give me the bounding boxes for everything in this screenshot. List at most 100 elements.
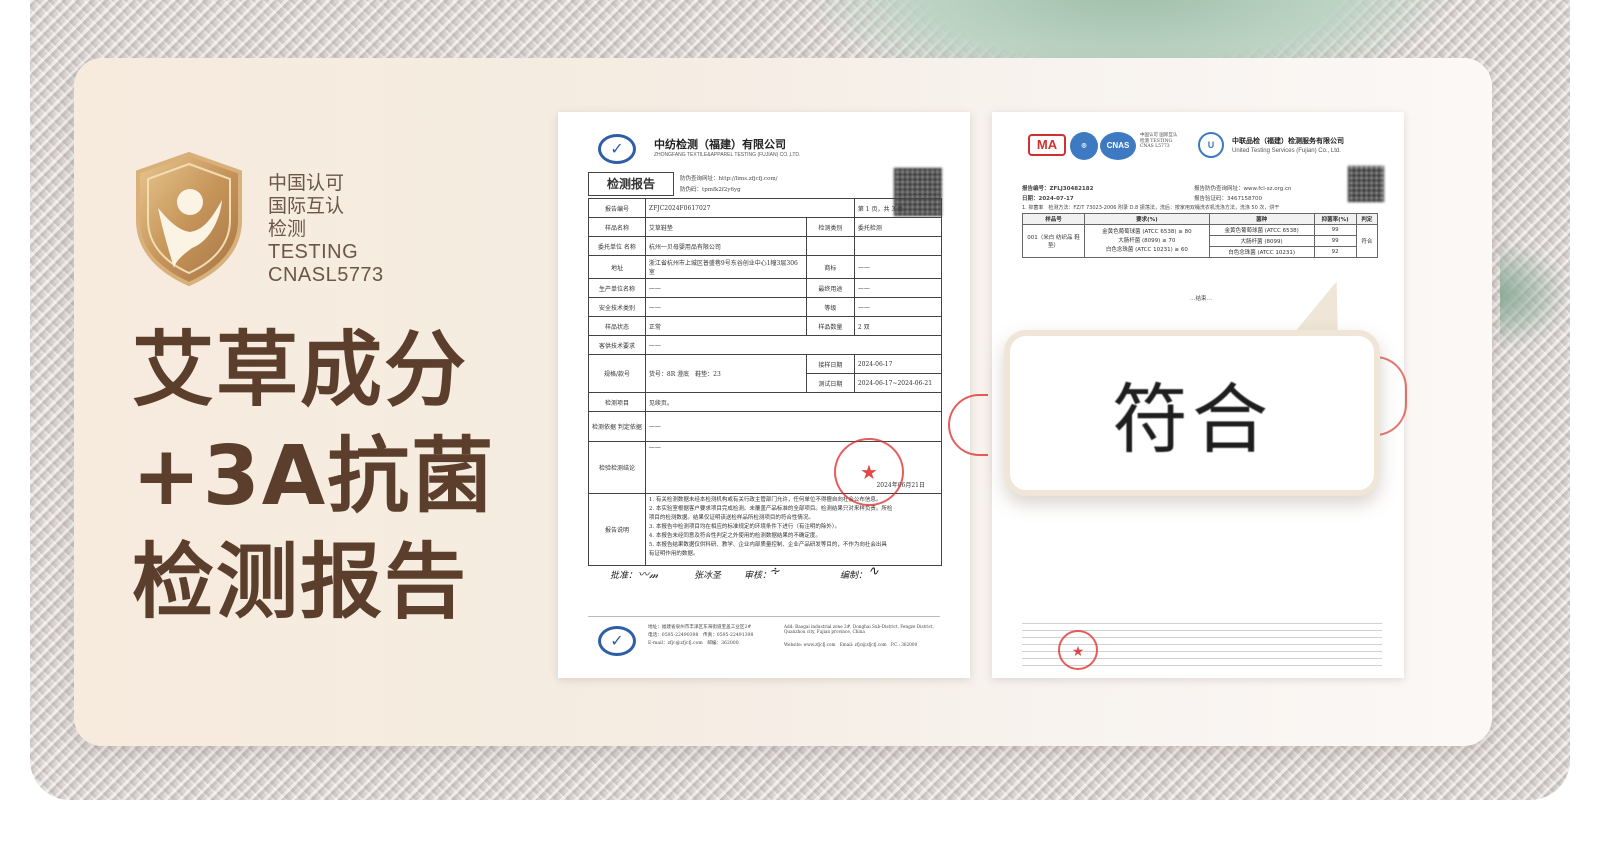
- cell-label: 检测项目: [588, 392, 646, 412]
- table-row: 报告说明 1. 有关检测数据未经本检测机构或有关行政主管部门允许，任何单位不得擅…: [588, 493, 943, 566]
- notes-label: 报告说明: [588, 493, 646, 566]
- cell-label: 样品名称: [588, 217, 646, 237]
- cell-label: 生产单位名称: [588, 278, 646, 298]
- cell-value: 2024-06-17~2024-06-21: [853, 373, 943, 393]
- badge-line-5: CNASL5773: [268, 264, 384, 286]
- cell-label: 检测依据 判定依据: [588, 411, 646, 442]
- reviewer-signature-icon: ∻: [770, 564, 781, 579]
- page-info: 第 1 页，共 3 页: [853, 198, 943, 218]
- requirement-line: 金黄色葡萄球菌 (ATCC 6538) ≥ 80: [1102, 228, 1192, 235]
- report-no-label: 报告编号: [588, 198, 646, 218]
- cell-label: 检验检测结论: [588, 441, 646, 494]
- org-name: 中联品检（福建）检测服务有限公司: [1232, 137, 1344, 145]
- cell-value: 委托检测: [853, 217, 943, 237]
- note-line: 有证明作用的数据。: [648, 551, 699, 557]
- notes-cell: 1. 有关检测数据未经本检测机构或有关行政主管部门允许，任何单位不得擅自向社会公…: [644, 493, 943, 566]
- footer-logo-icon: ✓: [598, 626, 636, 656]
- footer-divider: [588, 616, 940, 617]
- headline-line-3: 检测报告: [132, 535, 469, 630]
- cell-label: 样品状态: [588, 316, 646, 336]
- rate-cell: 99: [1313, 235, 1357, 247]
- footer-email: E-mail：zfjc@zfjcfj.com 邮编：362000: [648, 641, 739, 646]
- results-table: 样品号 要求(%) 菌种 抑菌率(%) 判定 001（米白 纺织品 鞋垫） 金黄…: [1022, 213, 1379, 258]
- cell-value: 2 双: [853, 316, 943, 336]
- table-row: 样品状态 正常 样品数量 2 双: [588, 316, 943, 336]
- sample-cell: 001（米白 纺织品 鞋垫）: [1022, 224, 1085, 258]
- rate-cell: 99: [1313, 224, 1357, 236]
- report-end: …结束…: [1190, 296, 1213, 302]
- cell-value: 货号：8R 澄底 鞋垫：23: [644, 354, 807, 393]
- green-edge-decoration: [1500, 240, 1570, 350]
- note-line: 4. 本报告未经同意及符合性判定之外使用的检测数据结果的不确定度。: [648, 533, 821, 539]
- note-line: 2. 本实验室根据客户要求项目完成检测。未覆盖产品标准的全部项目。检测结果只对来…: [648, 506, 893, 512]
- verify-url: 防伪查询网址：http://lims.zfjcfj.com/: [680, 176, 778, 182]
- headline: 艾草成分 +3A抗菌 检测报告: [132, 318, 495, 636]
- official-seal-icon: ★: [1058, 630, 1098, 670]
- requirement-line: 白色念珠菌 (ATCC 10231) ≥ 60: [1105, 246, 1188, 253]
- qr-code-icon: [1348, 166, 1384, 202]
- table-row: 001（米白 纺织品 鞋垫） 金黄色葡萄球菌 (ATCC 6538) ≥ 80 …: [1022, 224, 1379, 258]
- cell-value: 见续页。: [644, 392, 943, 412]
- table-row: 样品名称 艾草鞋垫 检测类别 委托检测: [588, 217, 943, 237]
- org-name: 中纺检测（福建）有限公司: [654, 138, 786, 151]
- note-line: 项目的检测数据。结果仅证明该送检样品所检测项目的符合性情况。: [648, 515, 814, 521]
- cell-label: 委托单位 名称: [588, 236, 646, 256]
- cell-label: 地址: [588, 255, 646, 279]
- cell-value: ——: [644, 278, 807, 298]
- cell-label: 接样日期: [805, 354, 855, 374]
- cell-label: 规格/款号: [588, 354, 646, 393]
- cell-label: 等级: [805, 297, 855, 317]
- strain-cell: 白色念珠菌 (ATCC 10231): [1208, 246, 1315, 258]
- approve-label: 批准：: [610, 571, 638, 581]
- callout-verdict-text: 符合: [1112, 375, 1272, 464]
- note-line: 3. 本报告中检测项目均在相应的标准规定的环境条件下进行（有注明的除外）。: [648, 524, 841, 530]
- note-line: 5. 本报告结果数据仅供科研、教学、企业内部质量控制、企业产品研发等目的，不作为…: [648, 542, 887, 548]
- header-rate: 抑菌率(%): [1313, 213, 1357, 225]
- cell-label: [805, 236, 855, 256]
- test-report-document: ✓ 中纺检测（福建）有限公司 ZHONGFANG TEXTILE&APPAREL…: [558, 112, 988, 678]
- footer-address: 地址：福建省泉州市丰泽区东海街道宝盖工业区2#: [648, 625, 752, 630]
- cma-logo-icon: MA: [1028, 134, 1066, 156]
- footer-english-address: Add: Baogai industrial zone 2#, Donghai …: [784, 624, 935, 634]
- cnas-logo-icon: CNAS: [1100, 132, 1136, 160]
- table-row: 客供技术要求 ——: [588, 335, 943, 355]
- cert-note: 中国认可 国际互认 检测 TESTING CNAS L5773: [1140, 133, 1178, 149]
- test-method: 1. 抑菌率 检测方法：FZ/T 73023-2006 附录 D.8 振荡法，洗…: [1022, 205, 1280, 211]
- verdict-cell: 符合: [1355, 224, 1379, 258]
- cell-label: 检测类别: [805, 217, 855, 237]
- cell-value: 杭州一贝母婴用品有限公司: [644, 236, 807, 256]
- table-row: 安全技术类别 —— 等级 ——: [588, 297, 943, 317]
- certification-text: 中国认可 国际互认 检测 TESTING CNASL5773: [268, 172, 384, 287]
- official-seal-icon: ★: [834, 438, 904, 506]
- cell-label: 测试日期: [805, 373, 855, 393]
- org-english-name: United Testing Services (Fujian) Co., Lt…: [1232, 148, 1341, 154]
- cell-value: ——: [853, 278, 943, 298]
- header-verdict: 判定: [1355, 213, 1379, 225]
- partial-seal-icon: [948, 394, 988, 456]
- report-table: 报告编号 ZFJC2024F0617027 第 1 页，共 3 页 样品名称 艾…: [588, 198, 943, 566]
- header-requirement: 要求(%): [1084, 213, 1210, 225]
- verify-url: 报告防伪查询网址：www.fcl-sz.org.cn: [1194, 186, 1292, 192]
- editor-signature-icon: ∿: [868, 564, 879, 579]
- headline-line-2: +3A抗菌: [132, 429, 496, 524]
- cell-value: ——: [644, 411, 943, 442]
- zhongfang-logo-icon: ✓: [598, 134, 636, 164]
- report-no: ZFJC2024F0617027: [644, 198, 855, 218]
- approver-signature-icon: 〰︎𝓂: [638, 568, 659, 581]
- cell-value: 正常: [644, 316, 807, 336]
- cell-label: 客供技术要求: [588, 335, 646, 355]
- cell-value: 浙江省杭州市上城区普盛巷9号东谷创业中心1幢3层306室: [644, 255, 807, 279]
- approver-name: 张冰圣: [694, 571, 722, 581]
- cell-value: ——: [853, 255, 943, 279]
- requirement-line: 大肠杆菌 (8099) ≥ 70: [1118, 237, 1176, 244]
- strain-cell: 大肠杆菌 (8099): [1208, 235, 1315, 247]
- cell-value: ——: [644, 335, 943, 355]
- strain-cell: 金黄色葡萄球菌 (ATCC 6538): [1208, 224, 1315, 236]
- report-number: 报告编号：ZFLJ30482182: [1022, 186, 1094, 192]
- report-title: 检测报告: [588, 172, 674, 196]
- table-row: 地址 浙江省杭州市上城区普盛巷9号东谷创业中心1幢3层306室 商标 ——: [588, 255, 943, 279]
- table-row: 生产单位名称 —— 最终用途 ——: [588, 278, 943, 298]
- uts-logo-icon: U: [1198, 132, 1224, 158]
- badge-line-3: 检测: [268, 218, 307, 240]
- cell-value: [853, 236, 943, 256]
